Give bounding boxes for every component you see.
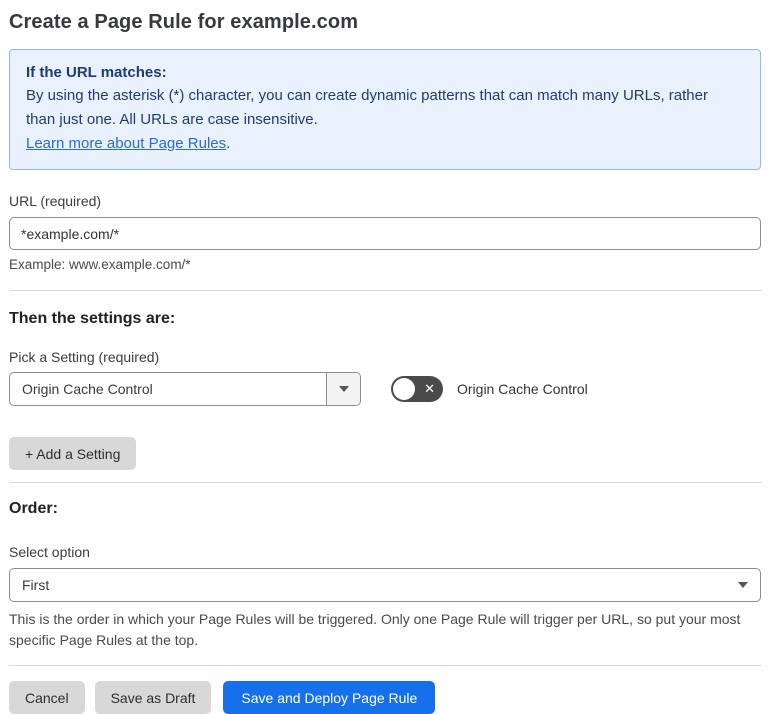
- setting-row: Origin Cache Control ✕ Origin Cache Cont…: [9, 372, 761, 406]
- toggle-label: Origin Cache Control: [457, 381, 588, 397]
- save-and-deploy-button[interactable]: Save and Deploy Page Rule: [223, 681, 436, 714]
- caret-down-icon: [338, 386, 349, 392]
- order-section-heading: Order:: [9, 500, 58, 517]
- url-field-label: URL (required): [9, 193, 102, 209]
- learn-more-link[interactable]: Learn more about Page Rules: [26, 135, 226, 152]
- origin-cache-control-toggle[interactable]: ✕: [391, 376, 443, 402]
- info-box-link-line: Learn more about Page Rules.: [26, 132, 744, 156]
- add-setting-button[interactable]: + Add a Setting: [9, 437, 137, 470]
- save-as-draft-button[interactable]: Save as Draft: [94, 681, 212, 714]
- link-period: .: [226, 135, 231, 152]
- toggle-off-x-icon: ✕: [424, 381, 435, 396]
- info-box-heading: If the URL matches:: [26, 64, 167, 81]
- order-helper-text: This is the order in which your Page Rul…: [9, 611, 741, 648]
- setting-select-caret-button[interactable]: [326, 373, 360, 405]
- url-input[interactable]: [9, 217, 761, 250]
- order-select-label: Select option: [9, 544, 90, 560]
- order-select[interactable]: First: [9, 568, 761, 602]
- divider: [9, 665, 761, 666]
- setting-select[interactable]: Origin Cache Control: [9, 372, 361, 406]
- info-box-body: By using the asterisk (*) character, you…: [26, 87, 708, 128]
- page-title: Create a Page Rule for example.com: [9, 11, 359, 33]
- cancel-button[interactable]: Cancel: [9, 681, 85, 714]
- footer-button-row: Cancel Save as Draft Save and Deploy Pag…: [9, 681, 761, 714]
- setting-select-value: Origin Cache Control: [22, 381, 153, 397]
- caret-down-icon: [738, 582, 748, 588]
- url-example-helper: Example: www.example.com/*: [9, 257, 191, 272]
- create-page-rule-form: Create a Page Rule for example.com If th…: [0, 0, 770, 714]
- settings-section-heading: Then the settings are:: [9, 310, 176, 327]
- divider: [9, 290, 761, 291]
- divider: [9, 482, 761, 483]
- order-select-value: First: [22, 577, 50, 593]
- url-match-info-box: If the URL matches: By using the asteris…: [9, 49, 761, 170]
- pick-setting-label: Pick a Setting (required): [9, 349, 160, 365]
- toggle-knob: [393, 378, 415, 400]
